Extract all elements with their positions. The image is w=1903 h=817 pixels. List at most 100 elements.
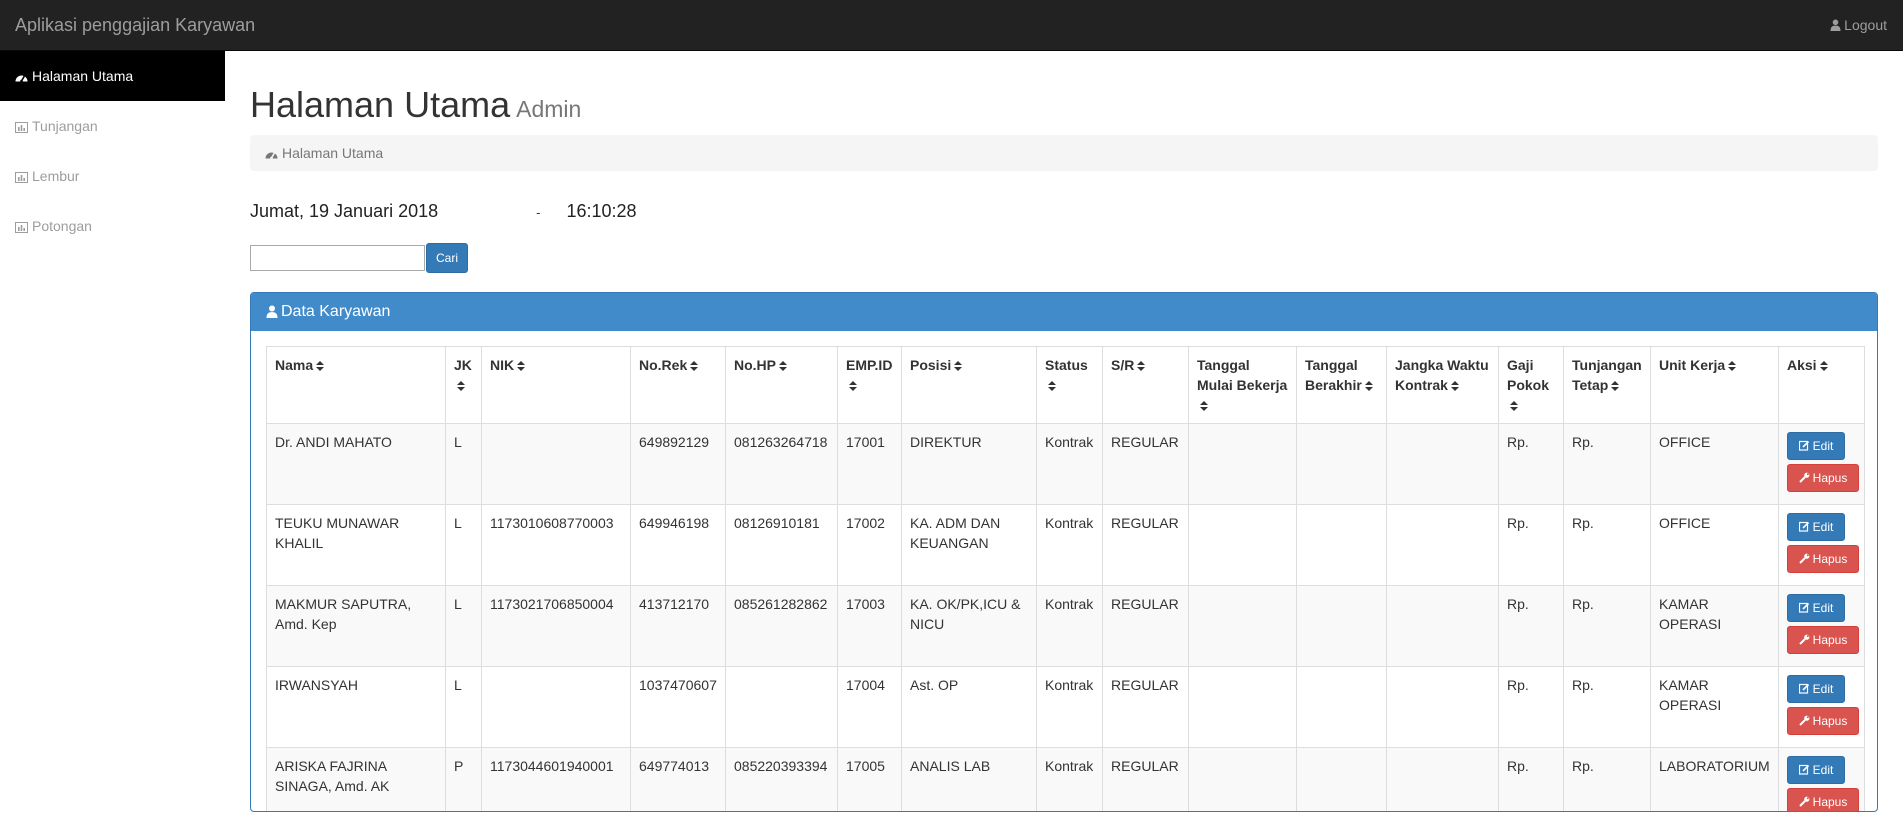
delete-button[interactable]: Hapus xyxy=(1787,626,1859,654)
column-header[interactable]: JK xyxy=(445,346,482,424)
table-cell xyxy=(1188,666,1297,748)
edit-icon xyxy=(1798,596,1810,622)
sort-icon xyxy=(1048,381,1056,391)
delete-button[interactable]: Hapus xyxy=(1787,707,1859,735)
table-cell: 085261282862 xyxy=(725,585,838,667)
column-header-label: Nama xyxy=(275,357,314,373)
delete-button[interactable]: Hapus xyxy=(1787,545,1859,573)
edit-button[interactable]: Edit xyxy=(1787,756,1845,784)
sort-icon xyxy=(1728,361,1737,371)
top-navbar: Aplikasi penggajian Karyawan Logout xyxy=(0,0,1903,51)
app-title[interactable]: Aplikasi penggajian Karyawan xyxy=(15,15,255,36)
sidebar-item-potongan[interactable]: Potongan xyxy=(0,201,225,251)
table-cell: 649774013 xyxy=(630,747,726,811)
column-header[interactable]: NIK xyxy=(481,346,631,424)
actions-cell: Edit Hapus xyxy=(1778,747,1865,811)
table-cell: P xyxy=(445,747,482,811)
table-row: Dr. ANDI MAHATO L 649892129 081263264718 170… xyxy=(266,423,1865,505)
table-cell xyxy=(1386,747,1499,811)
delete-button[interactable]: Hapus xyxy=(1787,788,1859,811)
sort-icon xyxy=(1819,361,1828,371)
search-input[interactable] xyxy=(250,245,425,271)
sort-icon xyxy=(954,361,963,371)
table-cell: 413712170 xyxy=(630,585,726,667)
table-cell: Rp. xyxy=(1563,423,1651,505)
table-row: MAKMUR SAPUTRA, Amd. Kep L 117302170685000… xyxy=(266,585,1865,667)
datetime-separator: - xyxy=(536,205,541,220)
sort-icon xyxy=(849,381,857,391)
sidebar-item-label: Halaman Utama xyxy=(32,68,134,84)
table-cell: 17005 xyxy=(837,747,902,811)
panel-body: Nama JK NIK No.Rek No.HP EMP.ID Posisi Status S/… xyxy=(251,331,1877,811)
table-cell xyxy=(1296,666,1387,748)
edit-button[interactable]: Edit xyxy=(1787,675,1845,703)
table-cell: Rp. xyxy=(1563,585,1651,667)
column-header[interactable]: No.HP xyxy=(725,346,838,424)
table-cell: IRWANSYAH xyxy=(266,666,446,748)
column-header[interactable]: Tanggal Mulai Bekerja xyxy=(1188,346,1297,424)
employee-panel: Data Karyawan Nama JK NIK No.Rek No.HP EMP.ID… xyxy=(250,292,1878,812)
column-header[interactable]: Tunjangan Tetap xyxy=(1563,346,1651,424)
delete-label: Hapus xyxy=(1812,633,1848,647)
edit-icon xyxy=(1798,758,1810,784)
table-cell xyxy=(1188,585,1297,667)
sort-icon xyxy=(1200,401,1208,411)
logout-link[interactable]: Logout xyxy=(1830,17,1887,34)
column-header-label: NIK xyxy=(490,357,515,373)
table-cell: 1173044601940001 xyxy=(481,747,631,811)
column-header[interactable]: Unit Kerja xyxy=(1650,346,1779,424)
table-cell: L xyxy=(445,666,482,748)
breadcrumb-item[interactable]: Halaman Utama xyxy=(282,145,383,161)
column-header[interactable]: No.Rek xyxy=(630,346,726,424)
table-cell xyxy=(1296,585,1387,667)
column-header[interactable]: Jangka Waktu Kontrak xyxy=(1386,346,1499,424)
delete-label: Hapus xyxy=(1812,795,1848,809)
column-header[interactable]: Posisi xyxy=(901,346,1037,424)
edit-icon xyxy=(1798,677,1810,703)
table-cell: REGULAR xyxy=(1102,423,1189,505)
edit-button[interactable]: Edit xyxy=(1787,513,1845,541)
table-cell: L xyxy=(445,585,482,667)
table-cell: Kontrak xyxy=(1036,747,1103,811)
column-header-label: Unit Kerja xyxy=(1659,357,1726,373)
table-cell: KA. OK/PK,ICU & NICU xyxy=(901,585,1037,667)
column-header[interactable]: Tanggal Berakhir xyxy=(1296,346,1387,424)
sidebar-item-halaman-utama[interactable]: Halaman Utama xyxy=(0,51,225,101)
sort-icon xyxy=(1611,381,1620,391)
table-cell: 085220393394 xyxy=(725,747,838,811)
table-cell xyxy=(1296,747,1387,811)
column-header-label: Tunjangan Tetap xyxy=(1572,357,1642,393)
sidebar-item-lembur[interactable]: Lembur xyxy=(0,151,225,201)
edit-button[interactable]: Edit xyxy=(1787,594,1845,622)
wrench-icon xyxy=(1798,466,1810,492)
delete-label: Hapus xyxy=(1812,552,1848,566)
column-header[interactable]: Aksi xyxy=(1778,346,1865,424)
bar-chart-icon xyxy=(15,103,28,153)
column-header-label: S/R xyxy=(1111,357,1135,373)
search-form: Cari xyxy=(250,243,1878,273)
table-cell: Rp. xyxy=(1563,666,1651,748)
column-header-label: Tanggal Berakhir xyxy=(1305,357,1362,393)
sort-icon xyxy=(1510,401,1518,411)
column-header[interactable]: Gaji Pokok xyxy=(1498,346,1564,424)
search-button[interactable]: Cari xyxy=(426,243,469,273)
edit-button[interactable]: Edit xyxy=(1787,432,1845,460)
employee-table: Nama JK NIK No.Rek No.HP EMP.ID Posisi Status S/… xyxy=(266,346,1865,811)
sidebar-item-tunjangan[interactable]: Tunjangan xyxy=(0,101,225,151)
table-cell: 1173010608770003 xyxy=(481,504,631,586)
table-cell xyxy=(1188,747,1297,811)
column-header[interactable]: EMP.ID xyxy=(837,346,902,424)
column-header[interactable]: S/R xyxy=(1102,346,1189,424)
dashboard-icon xyxy=(265,137,278,173)
column-header[interactable]: Nama xyxy=(266,346,446,424)
table-header-row: Nama JK NIK No.Rek No.HP EMP.ID Posisi Status S/… xyxy=(266,346,1865,424)
delete-label: Hapus xyxy=(1812,714,1848,728)
delete-button[interactable]: Hapus xyxy=(1787,464,1859,492)
table-cell: TEUKU MUNAWAR KHALIL xyxy=(266,504,446,586)
user-icon xyxy=(266,295,278,333)
table-cell: ARISKA FAJRINA SINAGA, Amd. AK xyxy=(266,747,446,811)
column-header-label: Posisi xyxy=(910,357,952,373)
wrench-icon xyxy=(1798,709,1810,735)
column-header[interactable]: Status xyxy=(1036,346,1103,424)
table-cell: Rp. xyxy=(1498,666,1564,748)
